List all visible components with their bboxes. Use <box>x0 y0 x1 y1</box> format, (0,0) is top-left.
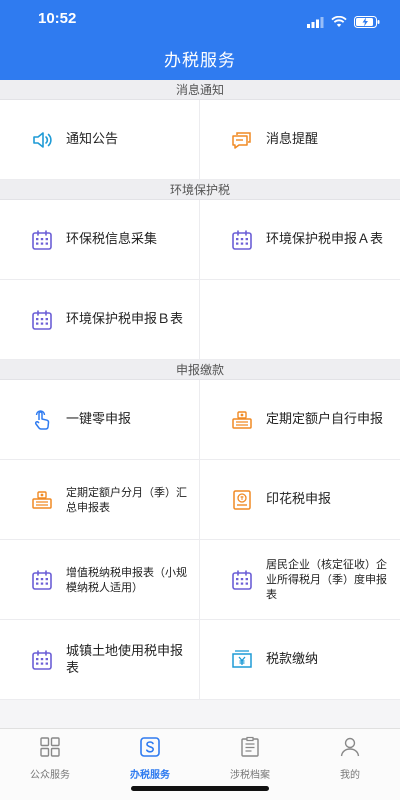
home-indicator <box>131 786 269 791</box>
service-item-label: 定期定额户分月（季）汇总申报表 <box>66 485 187 514</box>
tab-label: 涉税档案 <box>230 770 270 781</box>
service-item[interactable]: 环保税信息采集 <box>0 200 200 280</box>
speaker-icon <box>30 128 54 152</box>
service-item-label: 消息提醒 <box>266 132 319 147</box>
section-header: 消息通知 <box>0 80 400 100</box>
service-item-label: 税款缴纳 <box>266 652 319 667</box>
cellular-signal-icon <box>307 13 324 32</box>
service-item[interactable]: 环境保护税申报Ａ表 <box>200 200 400 280</box>
s-badge-icon <box>138 735 162 763</box>
chat-bubble-icon <box>230 128 254 152</box>
service-item[interactable]: 环境保护税申报Ｂ表 <box>0 280 200 360</box>
status-bar: 10:52 <box>0 0 400 40</box>
calendar-icon <box>30 228 54 252</box>
calendar-icon <box>30 648 54 672</box>
service-item[interactable]: 定期定额户自行申报 <box>200 380 400 460</box>
cash-register-icon <box>230 408 254 432</box>
section-grid: 通知公告 消息提醒 <box>0 100 400 180</box>
person-icon <box>338 735 362 763</box>
service-item-label: 城镇土地使用税申报表 <box>66 643 184 676</box>
service-item-label: 居民企业（核定征收）企业所得税月（季）度申报表 <box>266 558 387 601</box>
service-item-label: 定期定额户自行申报 <box>266 412 384 427</box>
cash-register-icon <box>30 488 54 512</box>
service-item[interactable]: 居民企业（核定征收）企业所得税月（季）度申报表 <box>200 540 400 620</box>
page-title: 办税服务 <box>164 51 236 71</box>
section-grid: 环保税信息采集 环境保护税申报Ａ表环境保护税申报Ｂ表 <box>0 200 400 360</box>
service-item-label: 环境保护税申报Ｂ表 <box>66 312 184 327</box>
section-header: 环境保护税 <box>0 180 400 200</box>
tab-label: 办税服务 <box>130 770 170 781</box>
tab-mine[interactable]: 我的 <box>300 729 400 800</box>
service-item[interactable]: 通知公告 <box>0 100 200 180</box>
status-time: 10:52 <box>38 10 77 27</box>
calendar-icon <box>30 308 54 332</box>
service-item[interactable]: 一键零申报 <box>0 380 200 460</box>
service-item-label: 环境保护税申报Ａ表 <box>266 232 384 247</box>
tab-label: 公众服务 <box>30 770 70 781</box>
service-item[interactable]: 城镇土地使用税申报表 <box>0 620 200 700</box>
archive-icon <box>238 735 262 763</box>
service-item-label: 增值税纳税申报表（小规模纳税人适用） <box>66 565 187 594</box>
grid-icon <box>38 735 62 763</box>
section-grid: 一键零申报 定期定额户自行申报定期定额户分月（季）汇总申报表 印花税申报增值税纳税申… <box>0 380 400 700</box>
service-item[interactable]: 税款缴纳 <box>200 620 400 700</box>
section-header: 申报缴款 <box>0 360 400 380</box>
tap-hand-icon <box>30 408 54 432</box>
calendar-icon <box>230 568 254 592</box>
tab-public-services[interactable]: 公众服务 <box>0 729 100 800</box>
service-item-label: 一键零申报 <box>66 412 132 427</box>
yen-payment-icon <box>230 648 254 672</box>
empty-cell <box>200 280 400 360</box>
service-item[interactable]: 消息提醒 <box>200 100 400 180</box>
battery-charging-icon <box>354 13 380 32</box>
calendar-icon <box>230 228 254 252</box>
tab-label: 我的 <box>340 770 360 781</box>
app-header: 10:52 办税服务 <box>0 0 400 80</box>
status-icons <box>307 13 380 32</box>
service-item-label: 印花税申报 <box>266 492 332 507</box>
calendar-icon <box>30 568 54 592</box>
service-item[interactable]: 定期定额户分月（季）汇总申报表 <box>0 460 200 540</box>
service-list[interactable]: 消息通知通知公告 消息提醒环境保护税环保税信息采集 环境保护税申报Ａ表环境保护税申报… <box>0 80 400 728</box>
service-item-label: 环保税信息采集 <box>66 232 158 247</box>
service-item[interactable]: 印花税申报 <box>200 460 400 540</box>
service-item[interactable]: 增值税纳税申报表（小规模纳税人适用） <box>0 540 200 620</box>
stamp-icon <box>230 488 254 512</box>
wifi-icon <box>331 13 347 32</box>
service-item-label: 通知公告 <box>66 132 119 147</box>
